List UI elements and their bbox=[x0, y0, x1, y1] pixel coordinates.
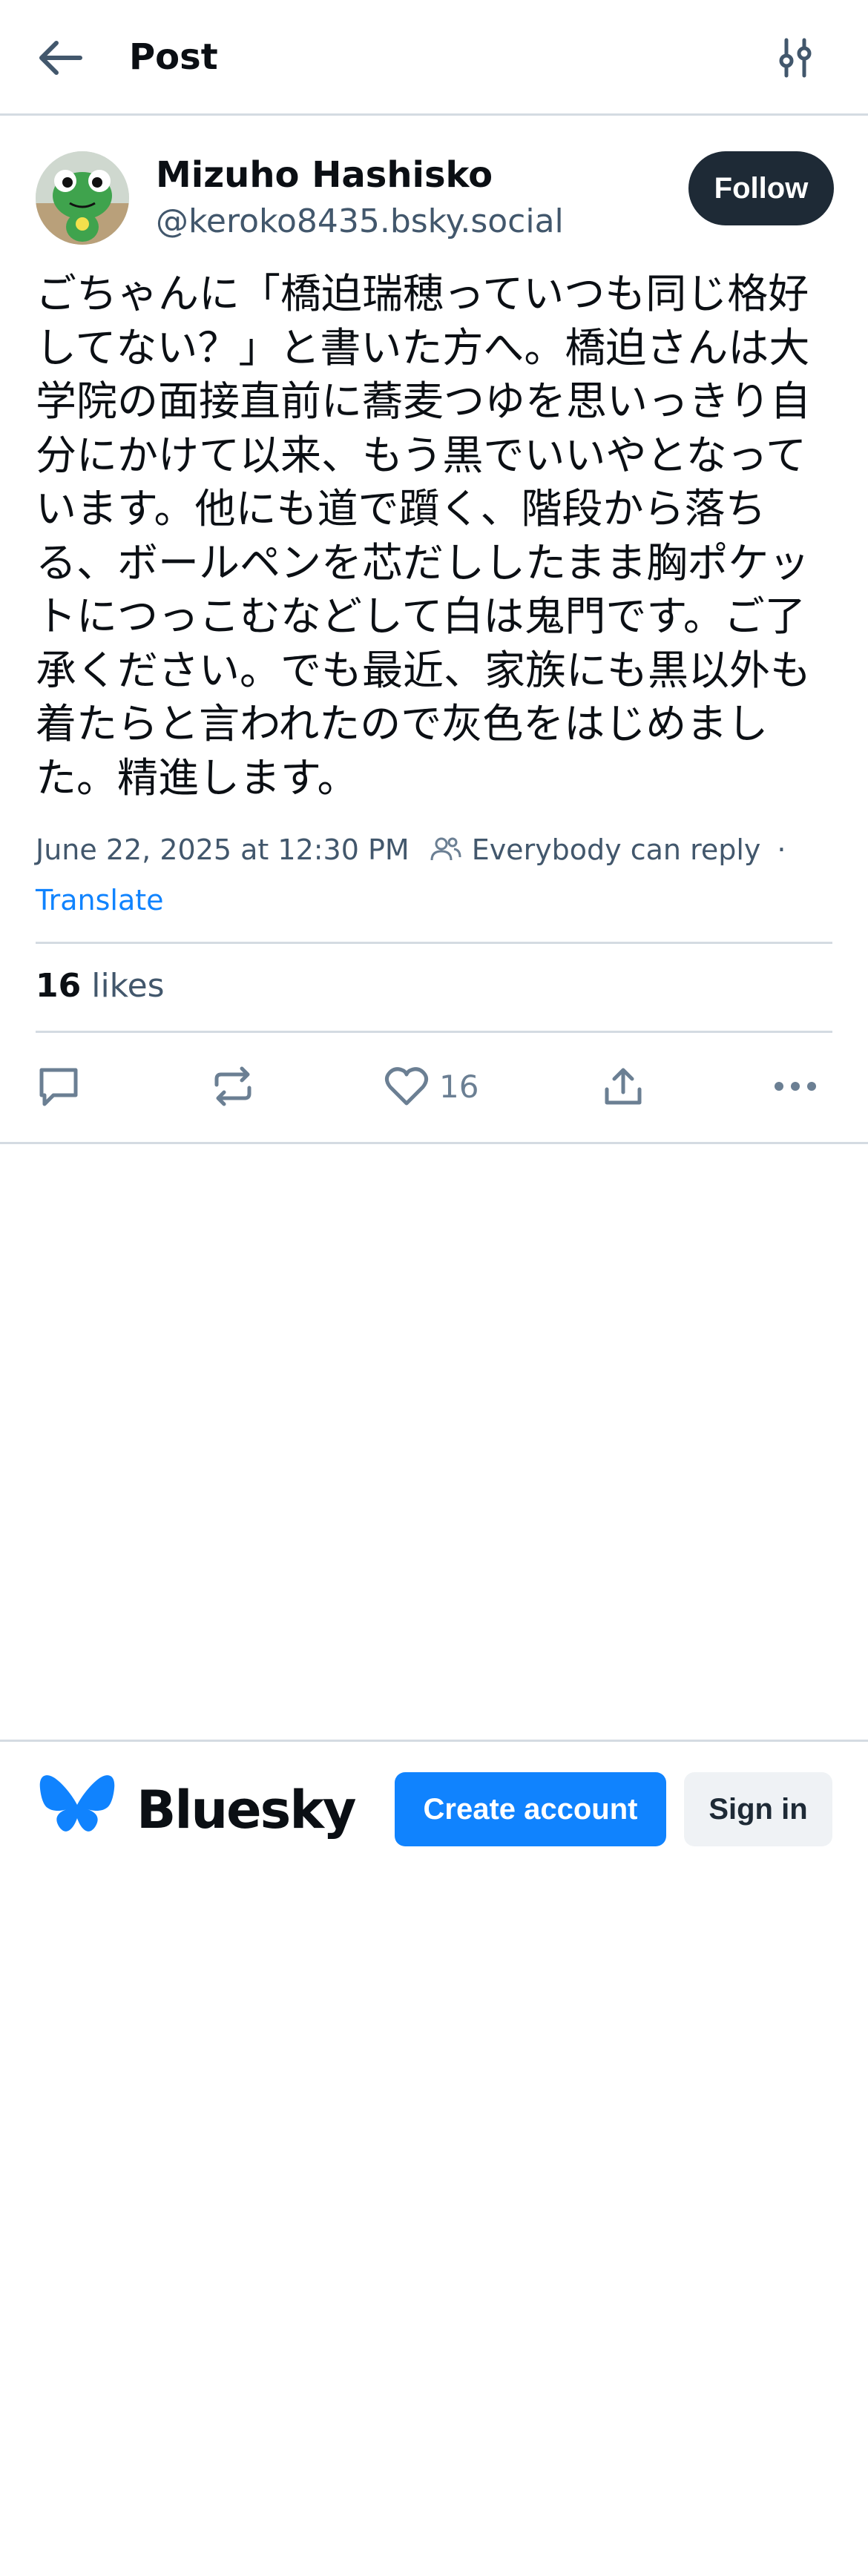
more-icon bbox=[775, 1082, 816, 1091]
post-meta: June 22, 2025 at 12:30 PM Everybody can … bbox=[36, 828, 837, 872]
people-icon bbox=[429, 835, 463, 865]
butterfly-logo bbox=[39, 1775, 115, 1832]
author-handle[interactable]: @keroko8435.bsky.social bbox=[156, 200, 564, 243]
bluesky-logo[interactable] bbox=[39, 1774, 116, 1842]
frog-avatar-icon bbox=[36, 151, 129, 245]
like-count: 16 bbox=[439, 1068, 479, 1105]
page-title: Post bbox=[129, 36, 218, 78]
post-text: ごちゃんに「橋迫瑞穂っていつも同じ格好してない？」と書いた方へ。橋迫さんは大学院… bbox=[36, 270, 812, 802]
divider bbox=[0, 1142, 868, 1144]
arrow-left-icon bbox=[39, 41, 82, 75]
share-icon bbox=[605, 1068, 642, 1105]
heart-icon bbox=[384, 1067, 429, 1106]
sliders-icon bbox=[779, 38, 812, 78]
translate-link[interactable]: Translate bbox=[36, 879, 164, 921]
more-options-button[interactable] bbox=[773, 1060, 818, 1112]
reply-button[interactable] bbox=[37, 1060, 80, 1112]
repost-button[interactable] bbox=[211, 1060, 255, 1112]
post-timestamp[interactable]: June 22, 2025 at 12:30 PM bbox=[36, 833, 410, 866]
share-button[interactable] bbox=[602, 1060, 644, 1112]
divider bbox=[0, 1740, 868, 1742]
reply-setting[interactable]: Everybody can reply bbox=[472, 833, 761, 866]
likes-label: likes bbox=[91, 967, 165, 1005]
back-button[interactable] bbox=[37, 34, 96, 82]
thread-settings-button[interactable] bbox=[772, 34, 819, 82]
reply-icon bbox=[39, 1068, 78, 1106]
top-bar: Post bbox=[0, 0, 868, 116]
create-account-button[interactable]: Create account bbox=[395, 1772, 666, 1846]
brand-name: Bluesky bbox=[137, 1780, 357, 1840]
likes-count: 16 bbox=[36, 967, 82, 1005]
author-display-name[interactable]: Mizuho Hashisko bbox=[156, 151, 493, 199]
likes-summary[interactable]: 16 likes bbox=[36, 962, 165, 1010]
post-actions: 16 bbox=[36, 1060, 837, 1112]
divider bbox=[36, 1031, 832, 1033]
meta-separator: · bbox=[777, 833, 786, 866]
avatar[interactable] bbox=[36, 151, 129, 245]
like-button[interactable]: 16 bbox=[384, 1060, 479, 1112]
divider bbox=[36, 942, 832, 944]
sign-in-button[interactable]: Sign in bbox=[684, 1772, 832, 1846]
follow-button[interactable]: Follow bbox=[688, 151, 834, 225]
repost-icon bbox=[214, 1066, 251, 1106]
